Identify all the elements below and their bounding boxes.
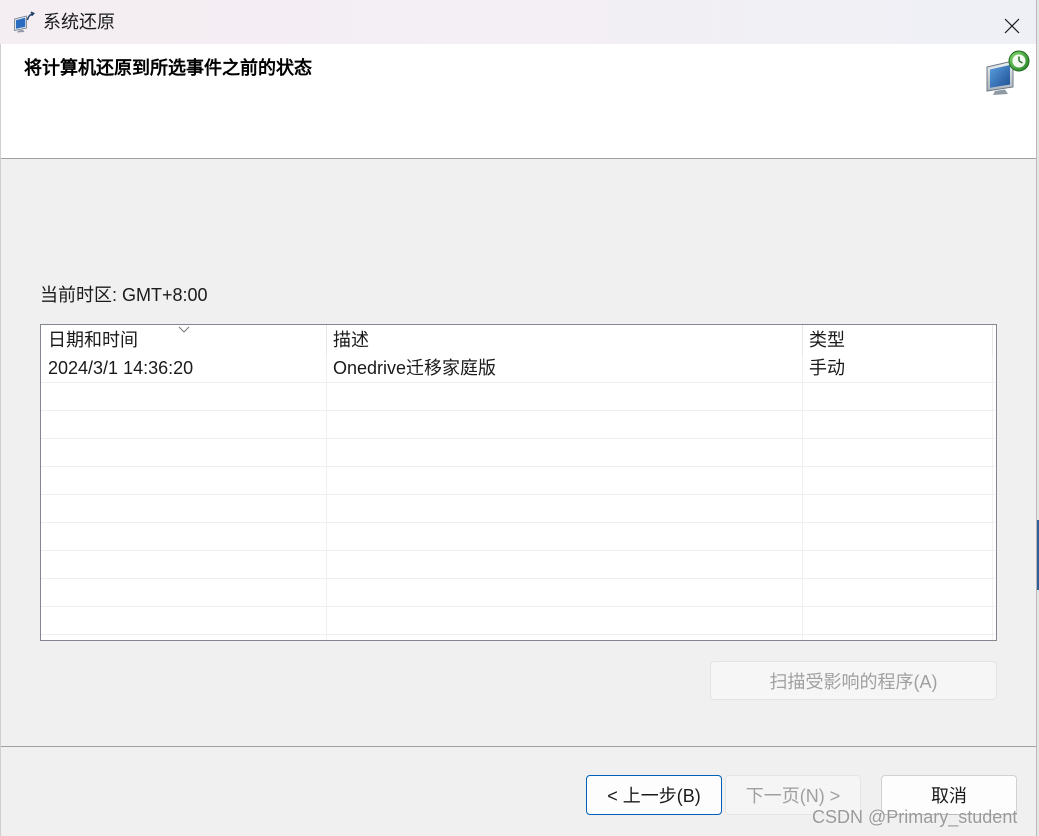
empty-cell [803,383,993,410]
empty-cell [803,523,993,550]
empty-cell [327,439,803,466]
system-restore-dialog: 系统还原 将计算机还原到所选事件之前的状态 当前时区: GMT+8:00 日期和… [0,0,1037,836]
empty-row [41,439,996,467]
list-header: 日期和时间 描述 类型 [41,325,996,355]
empty-row [41,467,996,495]
empty-cell [41,411,327,438]
empty-cell [327,635,803,640]
timezone-label: 当前时区: GMT+8:00 [40,285,208,305]
watermark: CSDN @Primary_student [812,807,1018,827]
close-button[interactable] [989,6,1035,38]
column-header-label: 描述 [333,330,369,350]
column-header-datetime[interactable]: 日期和时间 [41,325,327,355]
column-header-description[interactable]: 描述 [327,325,803,355]
empty-cell [327,607,803,634]
empty-cell [327,523,803,550]
empty-cell [993,495,996,522]
window-border-right [1036,0,1037,836]
system-restore-icon [13,11,35,33]
window-border-left [0,44,1,836]
chevron-down-icon [178,326,190,334]
column-header-label: 日期和时间 [48,330,138,350]
empty-row [41,635,996,640]
column-header-label: 类型 [809,330,845,350]
empty-cell [41,467,327,494]
empty-cell [327,411,803,438]
list-rows: 2024/3/1 14:36:20 Onedrive迁移家庭版 手动 [41,355,996,640]
empty-cell [803,439,993,466]
empty-cell [41,551,327,578]
empty-cell [993,579,996,606]
empty-cell [41,439,327,466]
empty-cell [993,635,996,640]
empty-row [41,523,996,551]
empty-cell [41,579,327,606]
empty-cell [803,579,993,606]
empty-cell [803,495,993,522]
back-button[interactable]: < 上一步(B) [586,775,722,815]
empty-cell [993,411,996,438]
empty-row [41,495,996,523]
restore-point-row[interactable]: 2024/3/1 14:36:20 Onedrive迁移家庭版 手动 [41,355,996,383]
empty-cell [41,607,327,634]
empty-cell [41,523,327,550]
restore-point-description: Onedrive迁移家庭版 [327,355,803,382]
empty-cell [803,635,993,640]
empty-cell [803,551,993,578]
empty-row [41,551,996,579]
system-restore-icon [983,49,1031,97]
empty-row [41,607,996,635]
column-header-filler [993,325,996,355]
empty-cell [803,607,993,634]
empty-cell [993,467,996,494]
empty-cell [993,607,996,634]
empty-cell [993,439,996,466]
empty-cell [327,383,803,410]
close-icon[interactable] [1004,18,1020,34]
empty-row [41,411,996,439]
empty-cell [993,383,996,410]
restore-point-list[interactable]: 日期和时间 描述 类型 2024/3/1 14:36:20 Onedrive迁移… [40,324,997,641]
row-filler-cell [993,355,996,382]
empty-cell [41,495,327,522]
restore-point-type: 手动 [803,355,993,382]
wizard-header: 将计算机还原到所选事件之前的状态 [0,44,1037,158]
scan-affected-programs-button[interactable]: 扫描受影响的程序(A) [710,661,997,700]
empty-row [41,383,996,411]
empty-cell [327,579,803,606]
empty-cell [327,495,803,522]
empty-cell [327,467,803,494]
empty-cell [803,467,993,494]
header-divider [0,158,1037,159]
empty-row [41,579,996,607]
column-header-type[interactable]: 类型 [803,325,993,355]
title-bar[interactable]: 系统还原 [0,0,1037,44]
empty-cell [993,551,996,578]
empty-cell [41,383,327,410]
page-title: 将计算机还原到所选事件之前的状态 [24,58,312,78]
empty-cell [327,551,803,578]
footer-divider [0,746,1037,747]
empty-cell [803,411,993,438]
restore-point-datetime: 2024/3/1 14:36:20 [41,355,327,382]
window-title: 系统还原 [43,12,115,32]
empty-cell [993,523,996,550]
empty-cell [41,635,327,640]
